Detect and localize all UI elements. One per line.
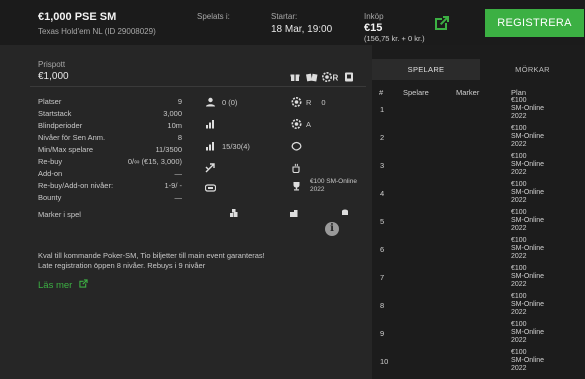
trophy-icon [291, 181, 302, 191]
played-label: Spelats i: [197, 12, 230, 21]
chip-stack-indicator [205, 182, 216, 194]
level-indicator [205, 118, 216, 130]
table-row[interactable]: 10 €100 SM-Online 2022 [372, 349, 585, 377]
buyin-value: €15 [364, 22, 383, 34]
tickets-icon [306, 72, 318, 82]
prize-ticket: €100 SM-Online 2022 [291, 178, 357, 193]
chip-icon [291, 119, 302, 129]
info-row: Nivåer för Sen Anm. 8 [38, 133, 182, 142]
column-header-chips[interactable]: Marker [456, 88, 479, 97]
speed-indicator [205, 162, 216, 174]
tournament-subtitle: Texas Hold'em NL (ID 29008029) [38, 27, 156, 36]
register-button[interactable]: REGISTRERA [485, 9, 584, 37]
bars-icon [205, 141, 216, 151]
coffee-icon [291, 163, 302, 173]
external-link-icon[interactable] [78, 278, 89, 292]
info-row: Add-on — [38, 169, 182, 178]
table-row[interactable]: 9 €100 SM-Online 2022 [372, 321, 585, 349]
table-row[interactable]: 3 €100 SM-Online 2022 [372, 153, 585, 181]
rebuy-count: R 0 [291, 96, 326, 108]
addon-indicator: A [291, 118, 311, 130]
table-row[interactable]: 1 €100 SM-Online 2022 [372, 97, 585, 125]
info-row: Min/Max spelare 11/3500 [38, 145, 182, 154]
svg-text:R: R [333, 74, 339, 83]
description-line-1: Kval till kommande Poker-SM, Tio biljett… [38, 251, 265, 260]
tournament-header: €1,000 PSE SM Texas Hold'em NL (ID 29008… [0, 0, 585, 45]
info-row: Blindperioder 10m [38, 121, 182, 130]
registered-players: 0 (0) [205, 96, 237, 108]
chip-pile-large-icon [229, 208, 239, 218]
players-panel: SPELARE MÖRKAR # Spelare Marker Plan 1 €1… [372, 45, 585, 379]
info-row: Bounty — [38, 193, 182, 202]
read-more-link[interactable]: Läs mer [38, 278, 89, 292]
external-link-icon[interactable] [432, 13, 452, 33]
table-row[interactable]: 5 €100 SM-Online 2022 [372, 209, 585, 237]
tab-blinds[interactable]: MÖRKAR [480, 59, 585, 80]
info-row: Startstack 3,000 [38, 109, 182, 118]
column-header-plan[interactable]: Plan [511, 88, 526, 97]
knockout-indicator [291, 140, 302, 152]
table-row[interactable]: 4 €100 SM-Online 2022 [372, 181, 585, 209]
info-row: Re-buy/Add-on nivåer: 1-9/ - [38, 181, 182, 190]
starts-value: 18 Mar, 19:00 [271, 24, 333, 35]
table-row[interactable]: 8 €100 SM-Online 2022 [372, 293, 585, 321]
players-icon [205, 97, 216, 107]
section-divider [30, 86, 366, 87]
prize-badges: R [290, 72, 354, 83]
column-header-player[interactable]: Spelare [403, 88, 429, 97]
chip-pile-small-icon [340, 208, 350, 218]
buyin-label: Inköp [364, 12, 384, 21]
info-row: Re-buy 0/∞ (€15, 3,000) [38, 157, 182, 166]
chip-r-icon: R [322, 72, 339, 83]
tab-players[interactable]: SPELARE [372, 59, 480, 80]
bars-icon [205, 119, 216, 129]
chip-stack-icon [205, 183, 216, 193]
table-row[interactable]: 2 €100 SM-Online 2022 [372, 125, 585, 153]
late-reg-indicator [291, 162, 302, 174]
description-line-2: Late registration öppen 8 nivåer. Rebuys… [38, 261, 206, 270]
prize-pool-label: Prispott [38, 60, 66, 69]
tables-count: 15/30(4) [205, 140, 250, 152]
knockout-icon [291, 141, 302, 151]
tournament-title: €1,000 PSE SM [38, 11, 117, 23]
info-row: Platser 9 [38, 97, 182, 106]
column-header-number: # [379, 88, 384, 97]
info-icon[interactable]: i [325, 222, 339, 236]
chip-icon [291, 97, 302, 107]
arrow-icon [205, 163, 216, 173]
q-icon [344, 72, 354, 82]
table-row[interactable]: 6 €100 SM-Online 2022 [372, 237, 585, 265]
prize-pool-value: €1,000 [38, 71, 69, 82]
tournament-info-panel: Prispott €1,000 R Platser 9 Startstack 3,0… [0, 45, 372, 379]
chip-pile-medium-icon [289, 208, 299, 218]
buyin-detail: (156,75 kr. + 0 kr.) [364, 34, 425, 43]
starts-label: Startar: [271, 12, 298, 21]
gift-icon [290, 72, 300, 82]
chips-in-play-label: Marker i spel [38, 210, 81, 219]
table-row[interactable]: 7 €100 SM-Online 2022 [372, 265, 585, 293]
